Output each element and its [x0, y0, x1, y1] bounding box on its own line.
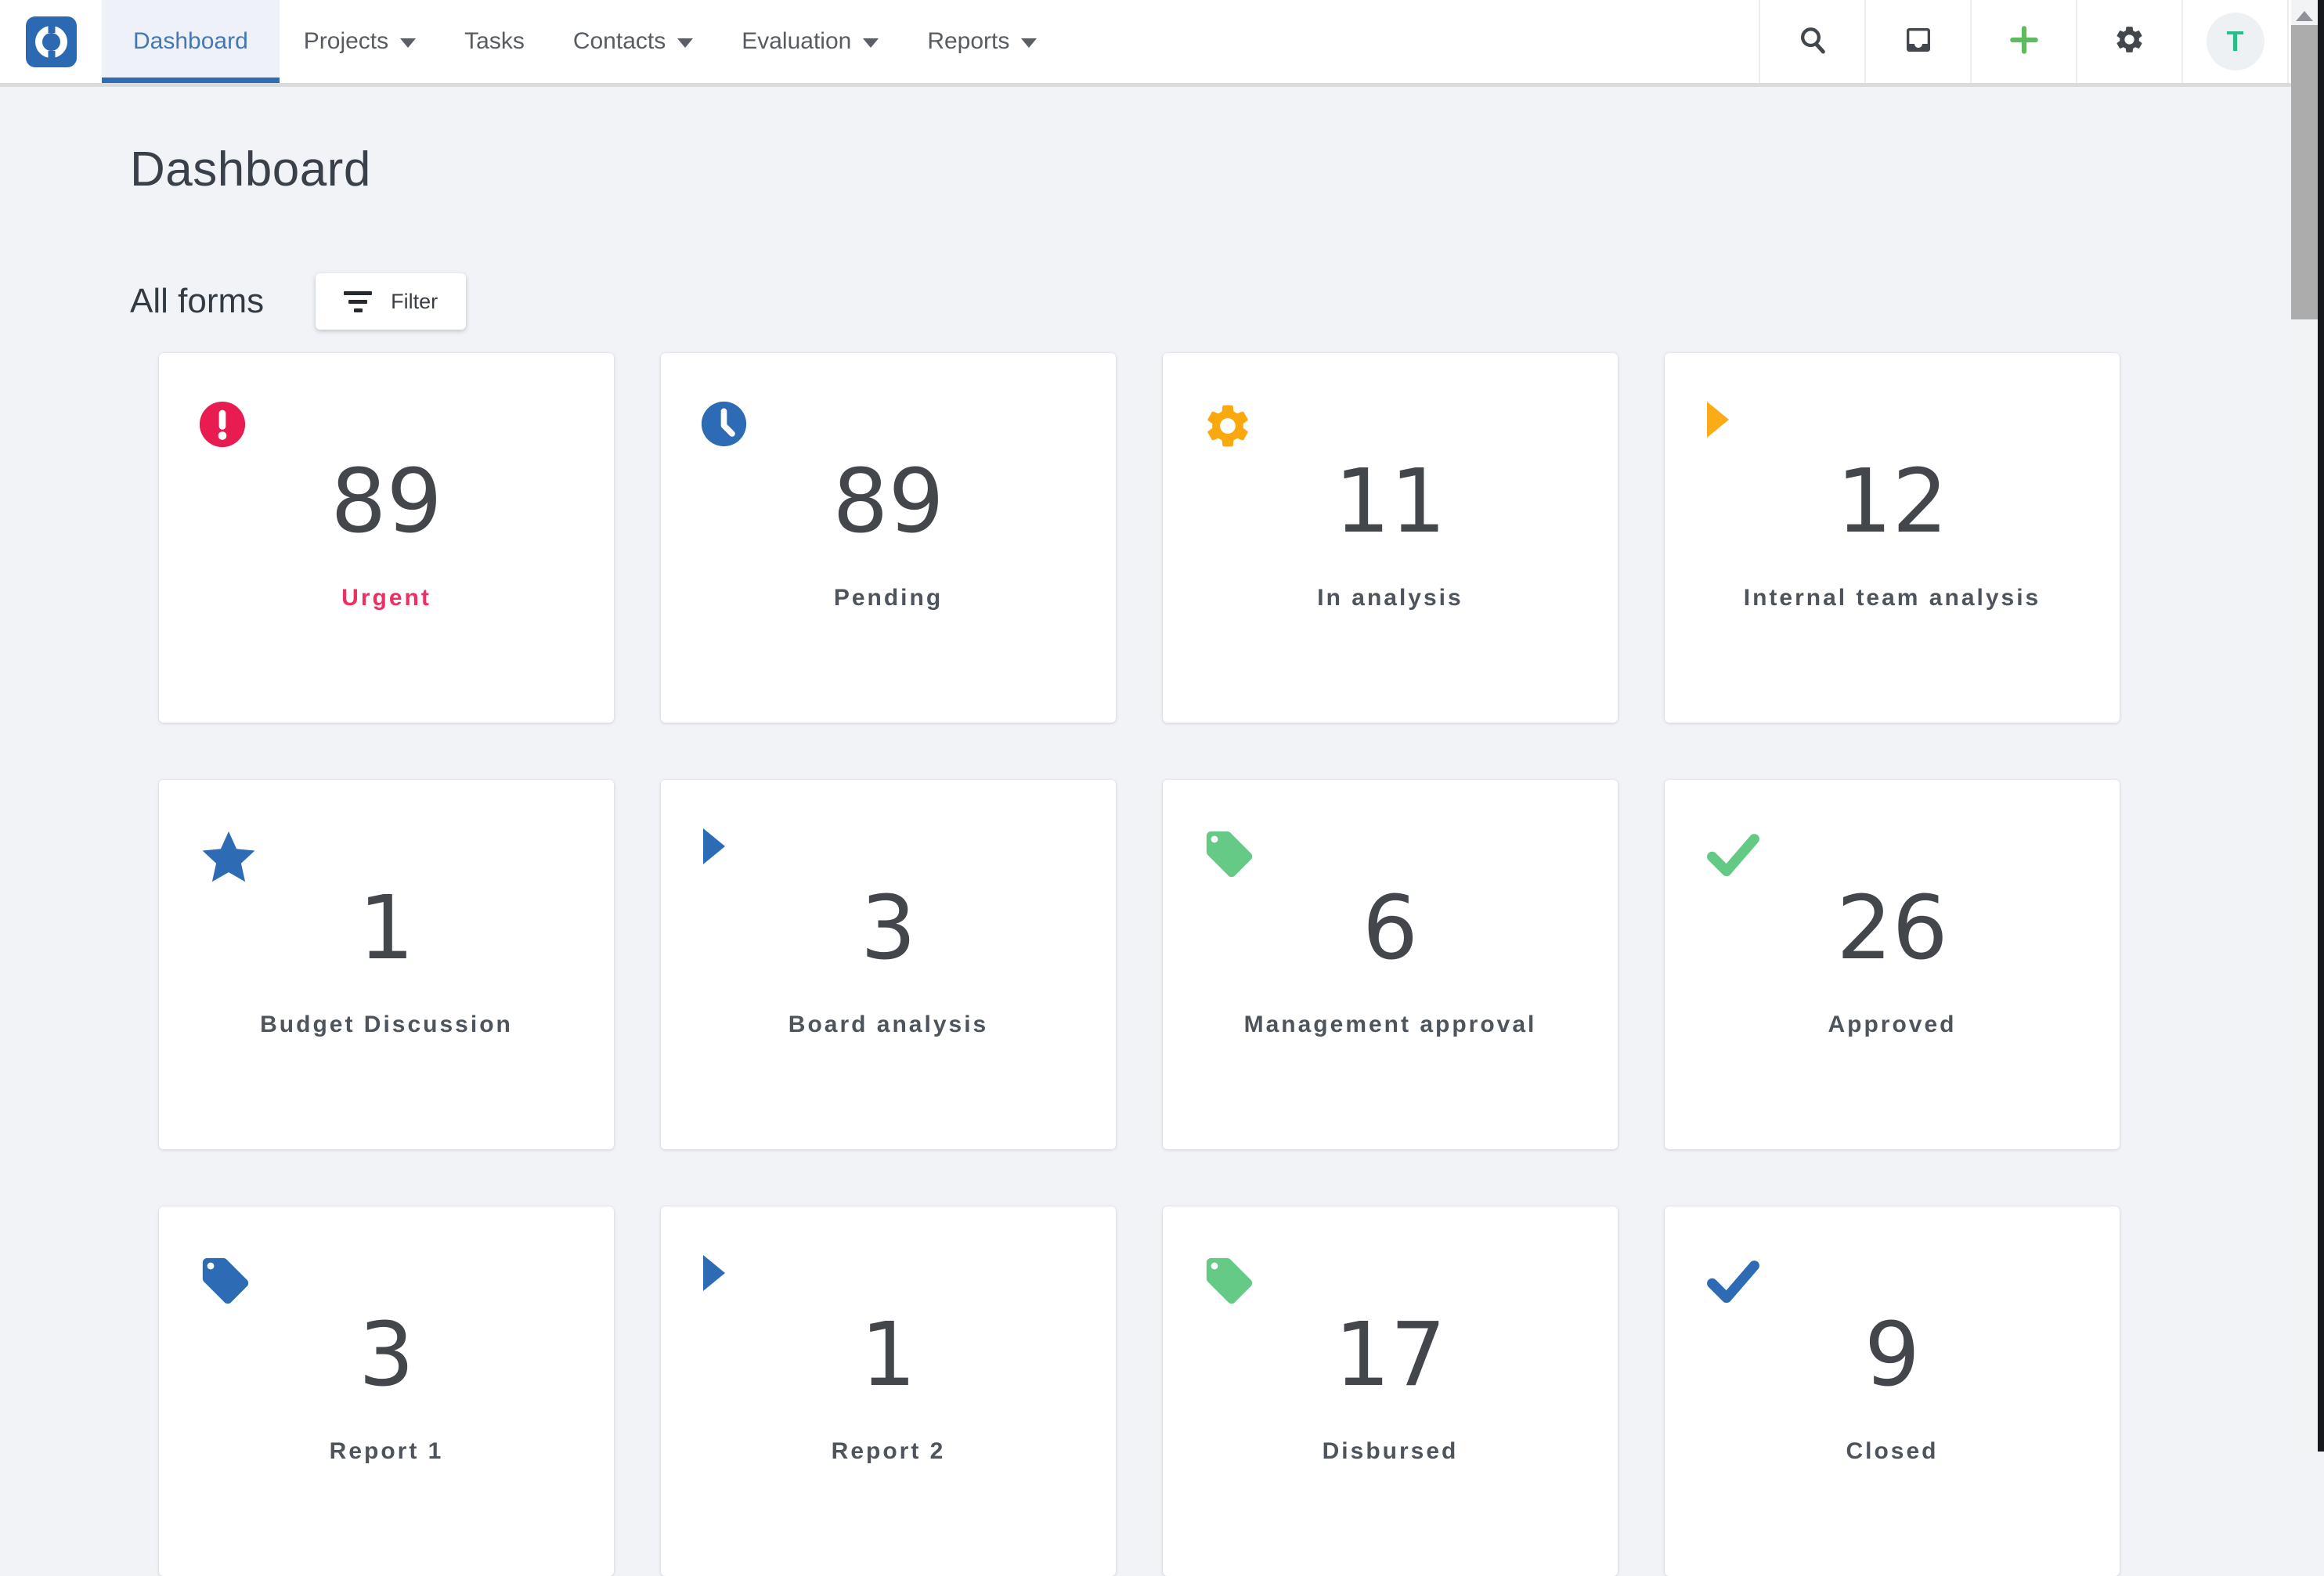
section-header: All forms Filter [130, 273, 2324, 330]
status-card-urgent[interactable]: 89 Urgent [159, 353, 614, 723]
card-count: 6 [1163, 874, 1618, 983]
card-label: Management approval [1163, 1008, 1618, 1041]
card-count: 11 [1163, 447, 1618, 557]
card-count: 3 [159, 1300, 614, 1410]
filter-button[interactable]: Filter [316, 273, 466, 330]
chevron-down-icon [1021, 38, 1037, 48]
tab-dashboard[interactable]: Dashboard [102, 0, 280, 83]
scrollbar-track[interactable] [2291, 0, 2318, 1452]
card-count: 3 [661, 874, 1116, 983]
card-label: Board analysis [661, 1008, 1116, 1041]
section-title: All forms [130, 282, 264, 321]
card-label: Pending [661, 582, 1116, 615]
tab-label: Contacts [573, 28, 666, 55]
status-card-budget-discussion[interactable]: 1 Budget Discussion [159, 780, 614, 1149]
play-icon [700, 827, 728, 870]
search-icon [1797, 24, 1828, 60]
card-count: 17 [1163, 1300, 1618, 1410]
tab-label: Dashboard [133, 28, 248, 55]
card-count: 9 [1665, 1300, 2120, 1410]
card-label: Approved [1665, 1008, 2120, 1041]
tab-reports[interactable]: Reports [903, 0, 1061, 83]
search-button[interactable] [1759, 0, 1864, 83]
screen-edge [2318, 0, 2324, 1452]
filter-icon [344, 291, 372, 312]
clock-icon [700, 400, 748, 452]
plus-button[interactable] [1970, 0, 2076, 83]
top-navbar: Dashboard Projects Tasks Contacts Evaluation… [0, 0, 2324, 87]
status-card-report-1[interactable]: 3 Report 1 [159, 1206, 614, 1576]
tab-label: Tasks [464, 28, 525, 55]
chevron-down-icon [400, 38, 416, 48]
status-card-approved[interactable]: 26 Approved [1665, 780, 2120, 1149]
card-label: Urgent [159, 582, 614, 615]
page-title: Dashboard [130, 142, 2324, 198]
card-count: 12 [1665, 447, 2120, 557]
card-label: Closed [1665, 1435, 2120, 1468]
app-logo[interactable] [26, 16, 77, 67]
settings-icon [2113, 23, 2145, 60]
play-icon [700, 1253, 728, 1297]
tab-label: Reports [927, 28, 1009, 55]
card-label: Report 2 [661, 1435, 1116, 1468]
status-cards-grid: 89Urgent89Pending11In analysis12Internal… [159, 353, 2324, 1576]
tab-label: Projects [304, 28, 388, 55]
tab-label: Evaluation [742, 28, 851, 55]
play-icon [1704, 400, 1732, 443]
user-menu-button[interactable]: T [2181, 0, 2289, 83]
status-card-closed[interactable]: 9 Closed [1665, 1206, 2120, 1576]
navbar-actions: T [1759, 0, 2289, 83]
card-count: 1 [159, 874, 614, 983]
card-count: 1 [661, 1300, 1116, 1410]
scroll-up-button[interactable] [2296, 11, 2313, 21]
chevron-down-icon [677, 38, 693, 48]
settings-button[interactable] [2076, 0, 2181, 83]
card-count: 89 [661, 447, 1116, 557]
status-card-board-analysis[interactable]: 3 Board analysis [661, 780, 1116, 1149]
status-card-in-analysis[interactable]: 11 In analysis [1163, 353, 1618, 723]
status-card-disbursed[interactable]: 17 Disbursed [1163, 1206, 1618, 1576]
status-card-report-2[interactable]: 1 Report 2 [661, 1206, 1116, 1576]
avatar: T [2207, 13, 2264, 70]
inbox-icon [1903, 24, 1934, 60]
card-count: 26 [1665, 874, 2120, 983]
card-label: In analysis [1163, 582, 1618, 615]
tab-contacts[interactable]: Contacts [549, 0, 717, 83]
status-card-management-approval[interactable]: 6 Management approval [1163, 780, 1618, 1149]
alert-circle-icon [198, 400, 247, 453]
chevron-down-icon [863, 38, 879, 48]
filter-button-label: Filter [391, 290, 438, 314]
tab-evaluation[interactable]: Evaluation [717, 0, 903, 83]
card-label: Internal team analysis [1665, 582, 2120, 615]
card-count: 89 [159, 447, 614, 557]
status-card-pending[interactable]: 89 Pending [661, 353, 1116, 723]
main-nav-tabs: Dashboard Projects Tasks Contacts Evaluation… [102, 0, 1061, 83]
status-card-internal-team-analysis[interactable]: 12 Internal team analysis [1665, 353, 2120, 723]
inbox-button[interactable] [1864, 0, 1970, 83]
card-label: Disbursed [1163, 1435, 1618, 1468]
scrollbar-thumb[interactable] [2291, 25, 2318, 319]
card-label: Report 1 [159, 1435, 614, 1468]
plus-icon [2007, 23, 2041, 61]
card-label: Budget Discussion [159, 1008, 614, 1041]
tab-projects[interactable]: Projects [280, 0, 440, 83]
tab-tasks[interactable]: Tasks [440, 0, 549, 83]
